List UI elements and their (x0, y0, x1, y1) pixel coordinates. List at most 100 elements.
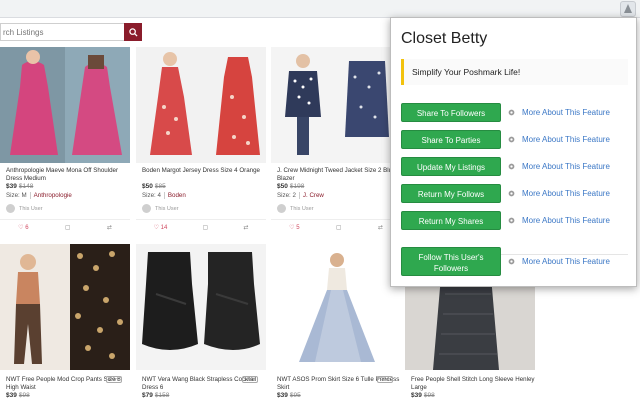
like-button[interactable]: ♡ 5 (289, 224, 299, 231)
listing-price: $79 $158 (142, 392, 169, 399)
listing-price: $50 $198 (277, 183, 304, 190)
more-about-return-follows-link[interactable]: More About This Feature (522, 189, 610, 198)
size-label: Size: 2 (277, 192, 296, 199)
price-original: $198 (289, 183, 305, 190)
listing-image[interactable] (0, 244, 130, 370)
popup-title: Closet Betty (401, 30, 488, 47)
heart-icon: ♡ (289, 225, 295, 231)
price-original: $98 (423, 392, 435, 399)
size-label: Size: M (6, 192, 27, 199)
listing-title[interactable]: Boden Margot Jersey Dress Size 4 Orange (142, 167, 266, 175)
brand-link[interactable]: J. Crew (298, 192, 324, 199)
avatar (6, 204, 15, 213)
price-current: $39 (6, 183, 17, 190)
like-button[interactable]: ♡ 6 (18, 224, 28, 231)
user-name: This User (290, 205, 314, 212)
gear-icon (508, 163, 515, 170)
like-count: 14 (160, 225, 168, 231)
search-button[interactable] (124, 23, 142, 41)
listing-price: $39 $98 (6, 392, 30, 399)
price-original: $148 (18, 183, 34, 190)
listing-actions: ♡ 6 ▢ ⇄ (0, 219, 130, 235)
like-button[interactable]: ♡ 14 (154, 224, 168, 231)
listing-card[interactable]: NWT ASOS Prom Skirt Size 6 Tulle Princes… (271, 244, 401, 400)
share-to-parties-button[interactable]: Share To Parties (401, 130, 501, 149)
comment-icon[interactable]: ▢ (203, 224, 209, 231)
extension-icon[interactable] (620, 1, 636, 17)
listing-image[interactable] (271, 47, 401, 163)
closet-betty-popup: Closet Betty Simplify Your Poshmark Life… (390, 17, 637, 287)
search-input[interactable] (0, 23, 124, 41)
price-current: $50 (277, 183, 288, 190)
listing-size: Size: 2 J. Crew (277, 192, 324, 199)
listing-actions: ♡ 5 ▢ ⇄ (271, 219, 401, 235)
more-about-update-listings-link[interactable]: More About This Feature (522, 162, 610, 171)
search-bar (0, 23, 142, 41)
price-original: $85 (154, 183, 166, 190)
listing-user[interactable]: This User (277, 204, 314, 213)
avatar (277, 204, 286, 213)
listing-price: $50 $85 (142, 183, 166, 190)
listing-user[interactable]: This User (142, 204, 179, 213)
listing-card[interactable]: NWT Free People Mod Crop Pants Size 8 Hi… (0, 244, 130, 400)
listing-size: Size: M Anthropologie (6, 192, 72, 199)
listing-size: Size: 4 Boden (142, 192, 186, 199)
price-current: $39 (411, 392, 422, 399)
more-about-share-followers-link[interactable]: More About This Feature (522, 108, 610, 117)
like-count: 6 (25, 225, 29, 231)
listing-card[interactable]: J. Crew Midnight Tweed Jacket Size 2 Blu… (271, 47, 401, 237)
gear-icon (508, 258, 515, 265)
price-current: $79 (142, 392, 153, 399)
gear-icon (508, 190, 515, 197)
like-count: 5 (296, 225, 300, 231)
listing-image[interactable] (0, 47, 130, 163)
user-name: This User (19, 205, 43, 212)
size-label: Size: 4 (142, 192, 161, 199)
gear-icon (508, 136, 515, 143)
brand-link[interactable]: Boden (163, 192, 186, 199)
listing-price: $39 $95 (277, 392, 301, 399)
avatar (142, 204, 151, 213)
share-icon[interactable]: ⇄ (243, 224, 248, 231)
comment-icon[interactable]: ▢ (65, 224, 71, 231)
share-icon[interactable]: ⇄ (378, 224, 383, 231)
listing-card[interactable]: NWT Vera Wang Black Strapless Cocktail D… (136, 244, 266, 400)
listing-image[interactable] (136, 244, 266, 370)
more-about-follow-followers-link[interactable]: More About This Feature (522, 257, 610, 266)
return-my-shares-button[interactable]: Return My Shares (401, 211, 501, 230)
price-current: $50 (142, 183, 153, 190)
heart-icon: ♡ (18, 225, 24, 231)
heart-icon: ♡ (153, 225, 159, 231)
search-icon (128, 27, 138, 37)
listing-title[interactable]: J. Crew Midnight Tweed Jacket Size 2 Blu… (277, 167, 401, 182)
gear-icon (508, 109, 515, 116)
listing-actions: ♡ 14 ▢ ⇄ (136, 219, 266, 235)
price-original: $98 (18, 392, 30, 399)
share-to-followers-button[interactable]: Share To Followers (401, 103, 501, 122)
share-icon[interactable]: ⇄ (107, 224, 112, 231)
comment-icon[interactable]: ▢ (336, 224, 342, 231)
nwt-badge: NWT (105, 376, 122, 383)
listing-card[interactable]: Anthropologie Maeve Mona Off Shoulder Dr… (0, 47, 130, 237)
nwt-badge: NWT (376, 376, 393, 383)
price-original: $95 (289, 392, 301, 399)
listing-title[interactable]: Anthropologie Maeve Mona Off Shoulder Dr… (6, 167, 130, 182)
listing-image[interactable] (271, 244, 401, 370)
update-my-listings-button[interactable]: Update My Listings (401, 157, 501, 176)
follow-users-followers-button[interactable]: Follow This User's Followers (401, 247, 501, 276)
return-my-follows-button[interactable]: Return My Follows (401, 184, 501, 203)
nwt-badge: NWT (241, 376, 258, 383)
more-about-share-parties-link[interactable]: More About This Feature (522, 135, 610, 144)
popup-tagline: Simplify Your Poshmark Life! (401, 59, 628, 85)
listing-user[interactable]: This User (6, 204, 43, 213)
brand-link[interactable]: Anthropologie (29, 192, 72, 199)
more-about-return-shares-link[interactable]: More About This Feature (522, 216, 610, 225)
listing-title[interactable]: Free People Shell Stitch Long Sleeve Hen… (411, 376, 535, 391)
gear-icon (508, 217, 515, 224)
user-name: This User (155, 205, 179, 212)
listing-image[interactable] (136, 47, 266, 163)
listing-card[interactable]: Boden Margot Jersey Dress Size 4 Orange … (136, 47, 266, 237)
listing-price: $39 $148 (6, 183, 33, 190)
listing-price: $39 $98 (411, 392, 435, 399)
price-current: $39 (277, 392, 288, 399)
